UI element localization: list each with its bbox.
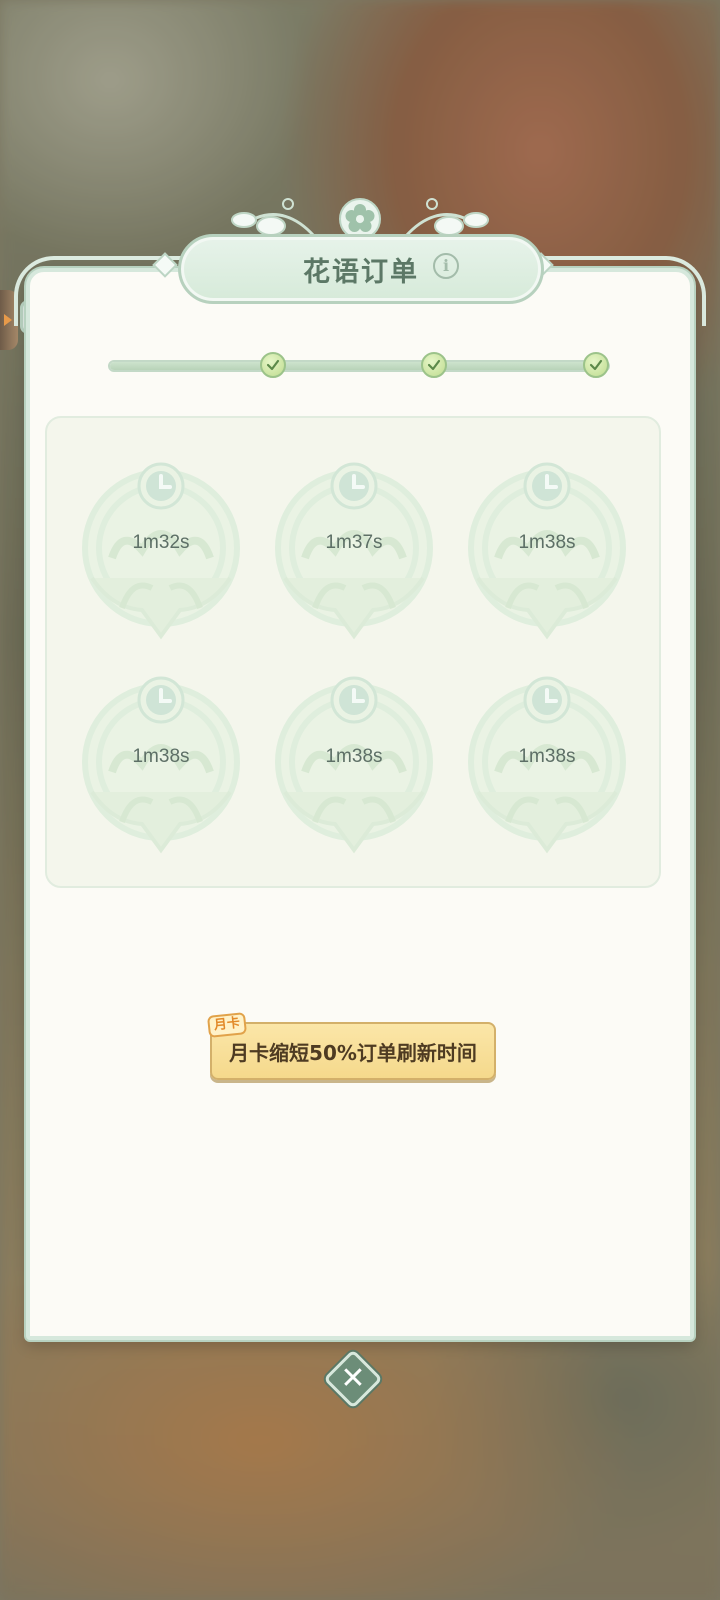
order-timer: 1m38s: [325, 746, 383, 767]
clock-icon: [137, 462, 185, 510]
order-slot-4[interactable]: 1m38s: [72, 672, 250, 872]
order-emblem-icon: [468, 676, 626, 854]
clock-icon: [330, 676, 378, 724]
order-emblem-icon: [468, 462, 626, 640]
order-timer: 1m38s: [518, 532, 576, 553]
order-emblem-icon: [82, 462, 240, 640]
clock-icon: [523, 676, 571, 724]
order-emblem-icon: [82, 676, 240, 854]
milestone-node-1[interactable]: [260, 352, 286, 378]
order-timer: 1m32s: [132, 532, 190, 553]
progress-bar: [108, 360, 610, 372]
check-icon: [266, 359, 280, 371]
check-icon: [427, 359, 441, 371]
order-slot-1[interactable]: 1m32s: [72, 458, 250, 658]
clock-icon: [137, 676, 185, 724]
month-card-text: 月卡缩短50%订单刷新时间: [229, 1040, 477, 1065]
info-icon[interactable]: i: [433, 253, 459, 279]
order-emblem-icon: [275, 676, 433, 854]
progress-fill: [110, 362, 608, 370]
order-slot-6[interactable]: 1m38s: [458, 672, 636, 872]
milestone-node-2[interactable]: [421, 352, 447, 378]
order-slot-3[interactable]: 1m38s: [458, 458, 636, 658]
page-title: 花语订单: [303, 256, 419, 288]
check-icon: [589, 359, 603, 371]
title-plaque: 花语订单 i: [178, 234, 544, 304]
order-timer: 1m38s: [132, 746, 190, 767]
order-emblem-icon: [275, 462, 433, 640]
milestone-node-3[interactable]: [583, 352, 609, 378]
order-slot-2[interactable]: 1m37s: [265, 458, 443, 658]
clock-icon: [330, 462, 378, 510]
order-timer: 1m38s: [518, 746, 576, 767]
clock-icon: [523, 462, 571, 510]
month-card-banner[interactable]: 月卡 月卡缩短50%订单刷新时间: [206, 1012, 496, 1080]
order-slot-5[interactable]: 1m38s: [265, 672, 443, 872]
close-icon[interactable]: ✕: [332, 1358, 374, 1400]
month-card-tag: 月卡: [206, 1012, 248, 1038]
order-timer: 1m37s: [325, 532, 383, 553]
